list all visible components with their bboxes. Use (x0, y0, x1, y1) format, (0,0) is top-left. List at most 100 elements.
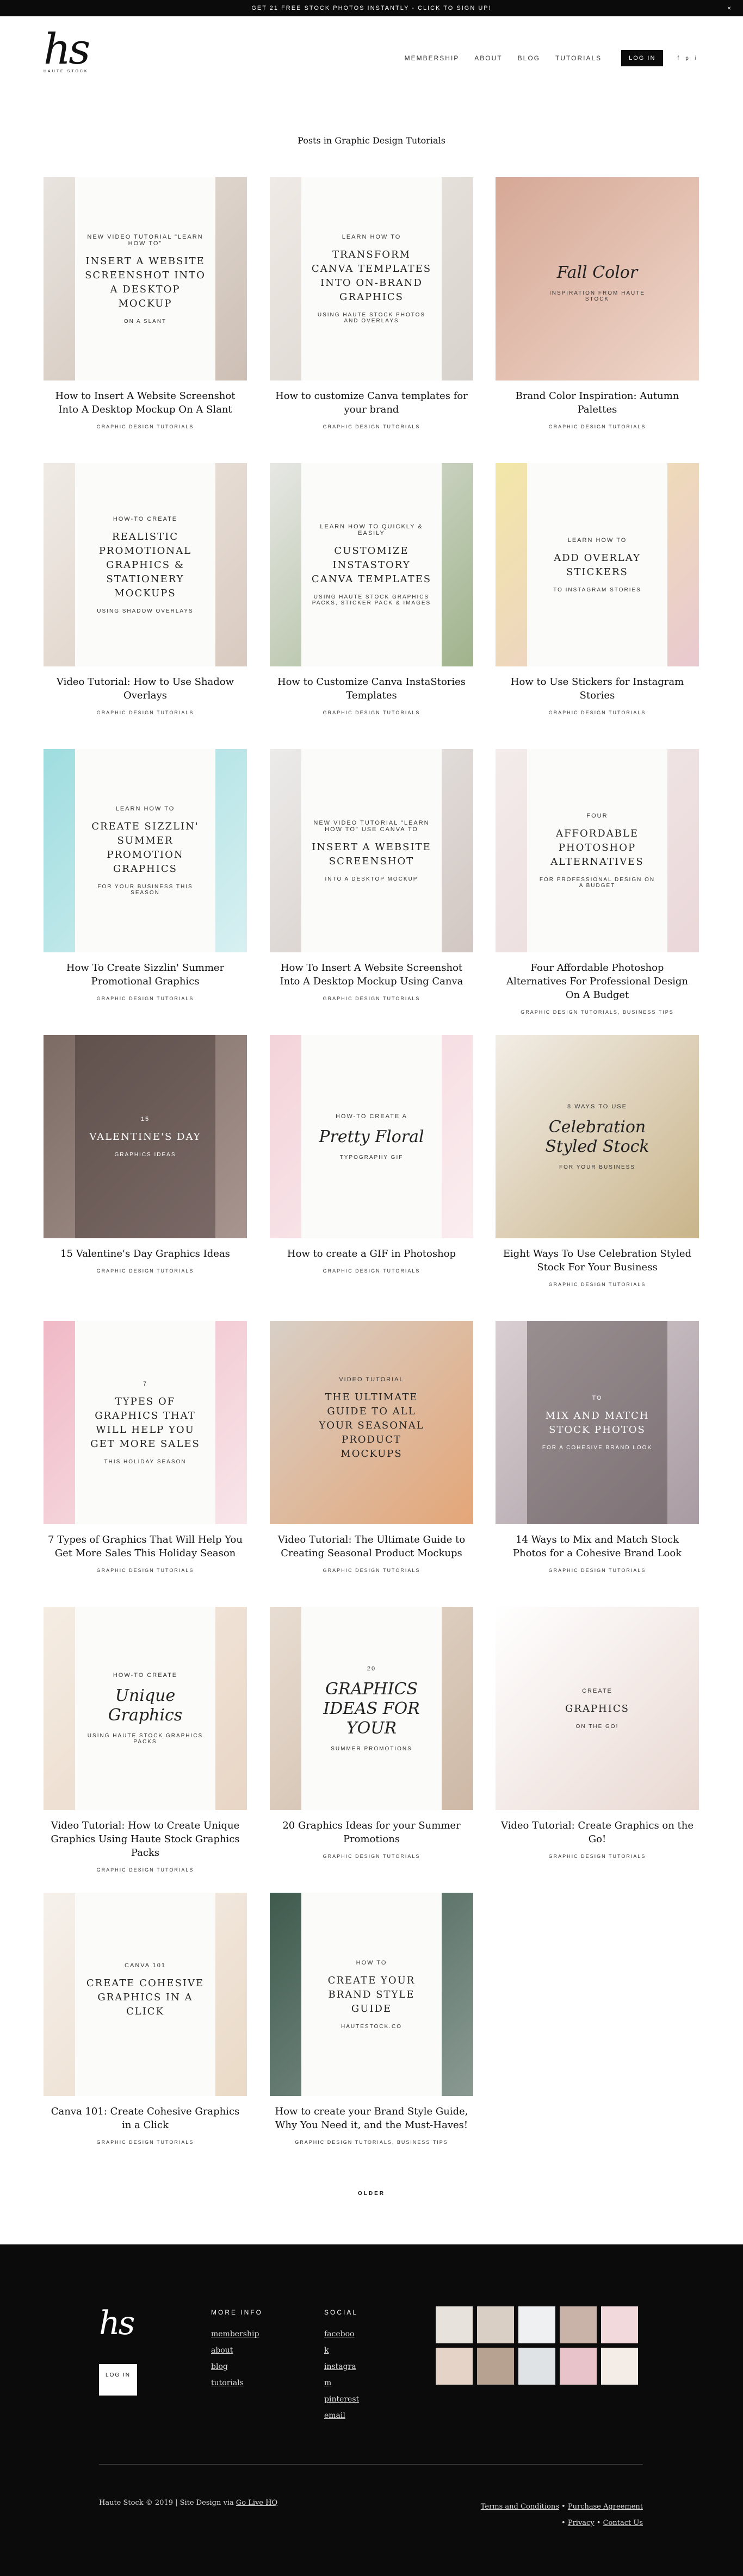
nav-membership[interactable]: MEMBERSHIP (405, 54, 460, 62)
post-thumbnail[interactable]: 20 GRAPHICS IDEAS FOR YOUR Summer Promotio… (270, 1607, 473, 1810)
post-title[interactable]: Video Tutorial: How to Use Shadow Overla… (44, 675, 247, 702)
post-card[interactable]: NEW VIDEO TUTORIAL "LEARN HOW TO" USE CA… (270, 749, 473, 1001)
post-category[interactable]: GRAPHIC DESIGN TUTORIALS, BUSINESS TIPS (270, 2140, 473, 2145)
post-card[interactable]: To Mix and Match STOCK PHOTOS for a Cohesi… (496, 1321, 699, 1573)
insta-thumb[interactable] (518, 2348, 555, 2385)
post-category[interactable]: GRAPHIC DESIGN TUTORIALS (270, 1854, 473, 1859)
post-title[interactable]: Video Tutorial: How to Create Unique Gra… (44, 1819, 247, 1860)
footer-link-instagram-cont[interactable]: m (324, 2375, 359, 2391)
post-category[interactable]: GRAPHIC DESIGN TUTORIALS (270, 1568, 473, 1573)
post-card[interactable]: FOUR AFFORDABLE PHOTOSHOP ALTERNATIVES For… (496, 749, 699, 1015)
contact-link[interactable]: Contact Us (603, 2519, 643, 2527)
post-category[interactable]: GRAPHIC DESIGN TUTORIALS, BUSINESS TIPS (496, 1009, 699, 1015)
post-card[interactable]: CANVA 101 Create Cohesive Graphics in a C… (44, 1893, 247, 2145)
post-category[interactable]: GRAPHIC DESIGN TUTORIALS (44, 1867, 247, 1873)
post-card[interactable]: DESIGN TUTORIALLEARN HOW TOADD OVERLAY S… (496, 463, 699, 715)
post-card[interactable]: HOW-TO Create Unique Graphics Using Haute … (44, 1607, 247, 1873)
post-thumbnail[interactable]: create GRAPHICS on the Go! (496, 1607, 699, 1810)
insta-thumb[interactable] (560, 2348, 597, 2385)
post-category[interactable]: GRAPHIC DESIGN TUTORIALS (496, 1568, 699, 1573)
promo-text[interactable]: GET 21 FREE STOCK PHOTOS INSTANTLY - CLI… (251, 5, 491, 11)
post-card[interactable]: HOW TO CREATE Your BRAND Style GUIDE HAUTE… (270, 1893, 473, 2145)
footer-link-email[interactable]: email (324, 2407, 359, 2424)
post-thumbnail[interactable]: To Mix and Match STOCK PHOTOS for a Cohesi… (496, 1321, 699, 1524)
post-title[interactable]: How to customize Canva templates for you… (270, 389, 473, 416)
pinterest-icon[interactable]: p (685, 55, 689, 61)
post-category[interactable]: GRAPHIC DESIGN TUTORIALS (44, 1568, 247, 1573)
nav-tutorials[interactable]: TUTORIALS (555, 54, 602, 62)
post-card[interactable]: create GRAPHICS on the Go! Video Tutorial: … (496, 1607, 699, 1859)
site-logo[interactable]: hs HAUTE STOCK (44, 28, 103, 74)
footer-link-facebook[interactable]: faceboo (324, 2326, 359, 2342)
post-category[interactable]: GRAPHIC DESIGN TUTORIALS (44, 710, 247, 715)
footer-link-pinterest[interactable]: pinterest (324, 2391, 359, 2407)
footer-link-instagram[interactable]: instagra (324, 2359, 359, 2375)
post-thumbnail[interactable]: DESIGN TUTORIALLEARN HOW TOADD OVERLAY S… (496, 463, 699, 666)
post-card[interactable]: 8 WAYS TO USE Celebration Styled Stock FOR… (496, 1035, 699, 1287)
post-thumbnail[interactable]: NEW VIDEO TUTORIAL "LEARN HOW TO" INSERT … (44, 177, 247, 381)
footer-logo[interactable]: hs (99, 2304, 135, 2342)
post-card[interactable]: VIDEO TUTORIAL THE ULTIMATE GUIDE TO ALL … (270, 1321, 473, 1573)
post-category[interactable]: GRAPHIC DESIGN TUTORIALS (496, 710, 699, 715)
post-category[interactable]: GRAPHIC DESIGN TUTORIALS (44, 996, 247, 1001)
footer-link-facebook-cont[interactable]: k (324, 2342, 359, 2359)
post-card[interactable]: 7 Types of Graphics THAT WILL HELP YOU GE… (44, 1321, 247, 1573)
post-thumbnail[interactable]: 7 Types of Graphics THAT WILL HELP YOU GE… (44, 1321, 247, 1524)
post-card[interactable]: VIDEO TUTORIALHOW-TO CREATERealistic Pro… (44, 463, 247, 715)
close-icon[interactable]: × (727, 0, 731, 16)
post-thumbnail[interactable]: CANVA 101 Create Cohesive Graphics in a C… (44, 1893, 247, 2096)
post-title[interactable]: How to create your Brand Style Guide, Wh… (270, 2105, 473, 2132)
terms-link[interactable]: Terms and Conditions (481, 2503, 559, 2511)
insta-thumb[interactable] (601, 2348, 638, 2385)
post-category[interactable]: GRAPHIC DESIGN TUTORIALS (270, 1268, 473, 1274)
post-card[interactable]: 20 GRAPHICS IDEAS FOR YOUR Summer Promotio… (270, 1607, 473, 1859)
post-title[interactable]: Brand Color Inspiration: Autumn Palettes (496, 389, 699, 416)
insta-thumb[interactable] (560, 2306, 597, 2343)
privacy-link[interactable]: Privacy (568, 2519, 595, 2527)
post-card[interactable]: LEARN HOW TO QUICKLY & EASILY CUSTOMIZE I… (270, 463, 473, 715)
post-card[interactable]: DESIGN TUTORIALLEARN HOW TOCREATE SIZZLI… (44, 749, 247, 1001)
post-thumbnail[interactable]: LEARN HOW TO QUICKLY & EASILY CUSTOMIZE I… (270, 463, 473, 666)
post-title[interactable]: 20 Graphics Ideas for your Summer Promot… (270, 1819, 473, 1846)
post-thumbnail[interactable]: DESIGN TUTORIALLEARN HOW TOCREATE SIZZLI… (44, 749, 247, 952)
insta-thumb[interactable] (477, 2348, 514, 2385)
post-thumbnail[interactable]: HOW TO CREATE Your BRAND Style GUIDE HAUTE… (270, 1893, 473, 2096)
post-category[interactable]: GRAPHIC DESIGN TUTORIALS (270, 424, 473, 429)
post-category[interactable]: GRAPHIC DESIGN TUTORIALS (44, 424, 247, 429)
post-title[interactable]: How to Customize Canva InstaStories Temp… (270, 675, 473, 702)
post-title[interactable]: 14 Ways to Mix and Match Stock Photos fo… (496, 1533, 699, 1560)
post-thumbnail[interactable]: 8 WAYS TO USE Celebration Styled Stock FOR… (496, 1035, 699, 1238)
post-thumbnail[interactable]: VIDEO TUTORIALHOW-TO CREATERealistic Pro… (44, 463, 247, 666)
insta-thumb[interactable] (477, 2306, 514, 2343)
post-thumbnail[interactable]: HOW-TO Create Unique Graphics Using Haute … (44, 1607, 247, 1810)
post-title[interactable]: How To Create Sizzlin' Summer Promotiona… (44, 961, 247, 988)
purchase-agreement-link[interactable]: Purchase Agreement (568, 2503, 643, 2511)
post-thumbnail[interactable]: Fall Color INSPIRATION FROM HAUTE STOCK (496, 177, 699, 381)
post-thumbnail[interactable]: VIDEO TUTORIALHOW-TO CREATE APretty Flor… (270, 1035, 473, 1238)
post-category[interactable]: GRAPHIC DESIGN TUTORIALS (496, 1854, 699, 1859)
post-title[interactable]: Video Tutorial: The Ultimate Guide to Cr… (270, 1533, 473, 1560)
footer-link-membership[interactable]: membership (211, 2326, 263, 2342)
post-card[interactable]: DESIGN TIPSLEARN HOW TOTRANSFORM CANVA T… (270, 177, 473, 429)
post-card[interactable]: VIDEO TUTORIALHOW-TO CREATE APretty Flor… (270, 1035, 473, 1274)
post-title[interactable]: How To Insert A Website Screenshot Into … (270, 961, 473, 988)
post-category[interactable]: GRAPHIC DESIGN TUTORIALS (496, 1282, 699, 1287)
post-thumbnail[interactable]: VIDEO TUTORIAL THE ULTIMATE GUIDE TO ALL … (270, 1321, 473, 1524)
promo-bar[interactable]: GET 21 FREE STOCK PHOTOS INSTANTLY - CLI… (0, 0, 743, 16)
designer-link[interactable]: Go Live HQ (236, 2499, 277, 2507)
post-category[interactable]: GRAPHIC DESIGN TUTORIALS (44, 2140, 247, 2145)
post-title[interactable]: 15 Valentine's Day Graphics Ideas (44, 1247, 247, 1261)
post-title[interactable]: Four Affordable Photoshop Alternatives F… (496, 961, 699, 1002)
older-posts-link[interactable]: OLDER (0, 2191, 743, 2197)
nav-about[interactable]: ABOUT (474, 54, 502, 62)
post-category[interactable]: GRAPHIC DESIGN TUTORIALS (44, 1268, 247, 1274)
nav-blog[interactable]: BLOG (518, 54, 540, 62)
footer-login-button[interactable]: LOG IN (99, 2364, 137, 2396)
insta-thumb[interactable] (436, 2348, 473, 2385)
post-card[interactable]: Fall Color INSPIRATION FROM HAUTE STOCK Br… (496, 177, 699, 429)
footer-link-tutorials[interactable]: tutorials (211, 2375, 263, 2391)
post-title[interactable]: Eight Ways To Use Celebration Styled Sto… (496, 1247, 699, 1274)
post-title[interactable]: How to Use Stickers for Instagram Storie… (496, 675, 699, 702)
footer-link-about[interactable]: about (211, 2342, 263, 2359)
facebook-icon[interactable]: f (677, 55, 679, 61)
